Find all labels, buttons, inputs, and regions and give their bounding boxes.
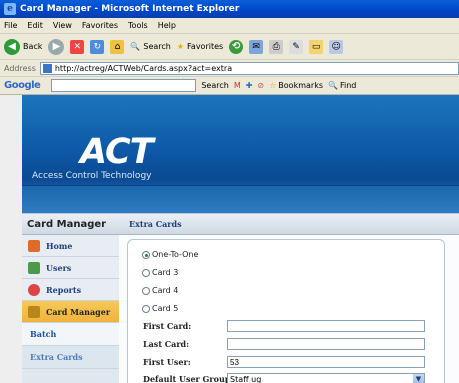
sidebar-item-reports[interactable]: Reports (22, 279, 119, 301)
google-search-input[interactable] (51, 79, 197, 92)
address-url: http://actreg/ACTWeb/Cards.aspx?act=extr… (54, 63, 233, 73)
back-button[interactable]: ◀ Back (4, 38, 43, 55)
google-logo[interactable]: Google (4, 80, 41, 91)
radio-label: Card 5 (152, 304, 179, 313)
radio-label: Card 4 (152, 286, 179, 295)
web-page: ACT Access Control Technology Card Manag… (0, 95, 459, 383)
header-banner: ACT Access Control Technology (22, 95, 459, 213)
default-user-group-label: Default User Group: (143, 374, 234, 383)
sidebar-item-label: Reports (46, 284, 82, 295)
forward-button[interactable]: ▶ (48, 38, 65, 55)
ie-logo-icon: e (4, 3, 16, 15)
address-bar: Address http://actreg/ACTWeb/Cards.aspx?… (0, 60, 459, 77)
bookmark-star-icon: ☆ (269, 81, 277, 90)
find-button[interactable]: 🔍 Find (328, 81, 356, 90)
reports-icon (28, 283, 40, 296)
print-icon[interactable]: ⎙ (269, 39, 284, 54)
page-gutter (0, 95, 22, 383)
radio-card-4[interactable]: Card 4 (142, 286, 178, 295)
sidebar-title: Card Manager (22, 213, 119, 235)
search-icon: 🔍 (130, 42, 141, 51)
back-label: Back (23, 42, 43, 51)
act-logo: ACT (80, 132, 154, 172)
find-icon: 🔍 (328, 81, 338, 90)
select-value: Staff ug (230, 375, 262, 383)
favorites-label: Favorites (187, 42, 224, 51)
page-icon (42, 63, 52, 73)
sidebar-link-batch[interactable]: Batch (22, 323, 119, 346)
content-title: Extra Cards (119, 213, 459, 235)
radio-button[interactable] (142, 286, 150, 295)
radio-one-to-one[interactable]: One-To-One (142, 250, 198, 259)
menu-favorites[interactable]: Favorites (82, 21, 118, 30)
radio-button[interactable] (142, 304, 150, 313)
first-user-input[interactable] (227, 356, 425, 368)
edit-icon[interactable]: ✎ (289, 39, 304, 54)
google-toolbar: Google Search M ✚ ⊘ ☆ Bookmarks 🔍 Find (0, 77, 459, 95)
radio-button[interactable] (142, 250, 150, 259)
find-label: Find (339, 81, 357, 90)
chevron-down-icon[interactable]: ▼ (413, 374, 424, 383)
stop-icon[interactable]: ✕ (70, 39, 85, 54)
address-label: Address (4, 63, 36, 73)
radio-button[interactable] (142, 268, 150, 277)
history-icon[interactable]: ⟲ (229, 39, 244, 54)
menu-help[interactable]: Help (158, 21, 176, 30)
gmail-icon[interactable]: M (234, 81, 241, 90)
sidebar-link-extra-cards[interactable]: Extra Cards (22, 346, 119, 369)
bookmarks-button[interactable]: ☆ Bookmarks (269, 81, 323, 90)
radio-label: Card 3 (152, 268, 179, 277)
default-user-group-select[interactable]: Staff ug ▼ (227, 373, 425, 383)
menu-file[interactable]: File (4, 21, 17, 30)
first-card-input[interactable] (227, 320, 425, 332)
refresh-icon[interactable]: ↻ (90, 39, 105, 54)
back-arrow-icon: ◀ (4, 38, 20, 55)
sidebar-item-home[interactable]: Home (22, 235, 119, 257)
sidebar-item-label: Home (46, 240, 73, 251)
google-search-button[interactable]: Search (201, 81, 228, 90)
radio-card-3[interactable]: Card 3 (142, 268, 178, 277)
menu-edit[interactable]: Edit (27, 21, 43, 30)
header-strip (22, 185, 459, 213)
sidebar-item-label: Card Manager (46, 306, 111, 317)
last-card-label: Last Card: (143, 339, 190, 349)
radio-label: One-To-One (152, 250, 199, 259)
bookmarks-label: Bookmarks (278, 81, 323, 90)
mail-icon[interactable]: ✉ (249, 39, 264, 54)
sidebar-item-card-manager[interactable]: Card Manager (22, 301, 119, 323)
menu-view[interactable]: View (53, 21, 72, 30)
home-icon[interactable]: ⌂ (110, 39, 125, 54)
window-title: Card Manager - Microsoft Internet Explor… (20, 4, 240, 14)
sidebar: Card Manager Home Users Reports Card Man… (22, 213, 119, 383)
sidebar-item-users[interactable]: Users (22, 257, 119, 279)
messenger-icon[interactable]: ☺ (329, 39, 344, 54)
blocked-icon[interactable]: ⊘ (257, 81, 264, 90)
menu-tools[interactable]: Tools (128, 21, 148, 30)
folder-icon[interactable]: ▭ (309, 39, 324, 54)
extra-cards-form: One-To-One Card 3 Card 4 Card 5 First Ca… (127, 239, 445, 383)
last-card-input[interactable] (227, 338, 425, 350)
plus-icon[interactable]: ✚ (246, 81, 253, 90)
first-user-label: First User: (143, 357, 191, 367)
search-button[interactable]: 🔍 Search (130, 42, 170, 51)
logo-subtitle: Access Control Technology (32, 171, 152, 181)
main-content: Extra Cards One-To-One Card 3 Card 4 Car… (119, 213, 459, 383)
favorites-button[interactable]: ★ Favorites (177, 42, 223, 51)
browser-toolbar: ◀ Back ▶ ✕ ↻ ⌂ 🔍 Search ★ Favorites ⟲ ✉ … (0, 34, 459, 60)
card-manager-icon (28, 305, 40, 318)
menu-bar: File Edit View Favorites Tools Help (0, 18, 459, 34)
radio-card-5[interactable]: Card 5 (142, 304, 178, 313)
google-search-label: Search (201, 81, 229, 90)
sidebar-item-label: Users (46, 262, 72, 273)
users-icon (28, 261, 40, 274)
first-card-label: First Card: (143, 321, 192, 331)
window-titlebar: e Card Manager - Microsoft Internet Expl… (0, 0, 459, 18)
address-input[interactable]: http://actreg/ACTWeb/Cards.aspx?act=extr… (39, 61, 459, 75)
search-label: Search (143, 42, 171, 51)
star-icon: ★ (176, 42, 185, 51)
home-icon (28, 239, 40, 252)
